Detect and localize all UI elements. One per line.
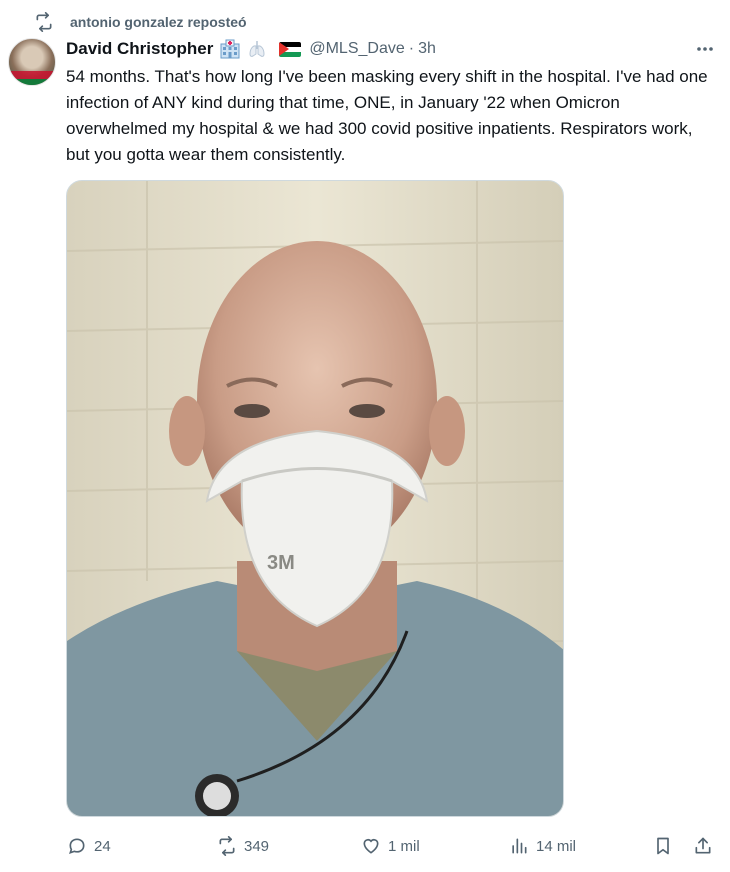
heart-icon: [360, 835, 382, 857]
reply-button[interactable]: 24: [66, 832, 111, 860]
reply-icon: [66, 835, 88, 857]
palestine-flag-icon: [279, 41, 302, 57]
views-chart-icon: [508, 835, 530, 857]
repost-icon: [34, 12, 54, 32]
tweet-actions: 24 349 1 mil 14 mil: [66, 832, 716, 860]
bookmark-icon: [652, 835, 674, 857]
reply-count: 24: [94, 837, 111, 855]
avatar-stripe: [9, 71, 55, 79]
timestamp[interactable]: 3h: [418, 40, 436, 58]
mask-brand-text: 3M: [267, 552, 295, 574]
tweet-photo[interactable]: 3M: [66, 180, 564, 817]
repost-context[interactable]: antonio gonzalez reposteó: [34, 12, 247, 32]
like-button[interactable]: 1 mil: [360, 832, 420, 860]
tweet-header: David Christopher @MLS_Dave · 3h: [66, 38, 718, 60]
avatar-stripe-green: [9, 79, 55, 85]
more-options-icon[interactable]: [692, 38, 718, 60]
repost-action-icon: [216, 835, 238, 857]
like-count: 1 mil: [388, 837, 420, 855]
lungs-icon: [247, 39, 267, 59]
separator-dot: ·: [408, 40, 415, 57]
repost-count: 349: [244, 837, 270, 855]
hospital-icon: [219, 39, 241, 59]
author-handle[interactable]: @MLS_Dave: [309, 40, 404, 58]
repost-label[interactable]: antonio gonzalez reposteó: [70, 14, 247, 30]
share-button[interactable]: [692, 832, 720, 860]
photo-illustration: 3M: [67, 181, 563, 816]
author-name[interactable]: David Christopher: [66, 39, 213, 59]
avatar[interactable]: [8, 38, 56, 86]
bookmark-button[interactable]: [652, 832, 680, 860]
repost-button[interactable]: 349: [216, 832, 269, 860]
views-count: 14 mil: [536, 837, 577, 855]
tweet-text: 54 months. That's how long I've been mas…: [66, 67, 708, 164]
views-button[interactable]: 14 mil: [508, 832, 576, 860]
share-icon: [692, 835, 714, 857]
